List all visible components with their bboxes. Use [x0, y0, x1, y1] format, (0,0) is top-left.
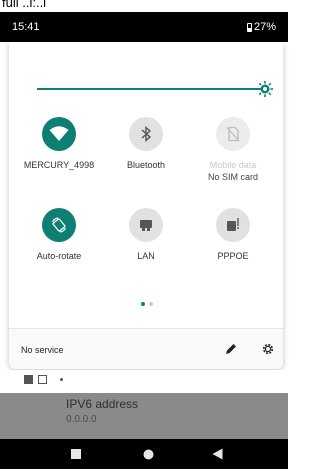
lan-icon — [140, 220, 152, 231]
image-notification-icon — [24, 375, 33, 384]
brightness-track[interactable] — [37, 88, 267, 90]
tile-lan[interactable]: LAN — [101, 208, 191, 262]
tile-lan-toggle[interactable] — [129, 208, 163, 242]
back-icon[interactable] — [212, 448, 223, 460]
tile-lan-label: LAN — [137, 251, 155, 261]
background-text-fragment: fuil ..i:..i — [0, 0, 290, 8]
ipv6-address-value: 0.0.0.0 — [66, 414, 97, 425]
activity-notification-icon — [38, 375, 47, 384]
battery-indicator: 27% — [246, 21, 276, 33]
tile-mobile-data[interactable]: Mobile data No SIM card — [188, 117, 278, 183]
home-icon[interactable] — [143, 449, 154, 460]
page-dot-active — [141, 302, 145, 306]
auto-rotate-icon — [51, 217, 67, 233]
tile-bluetooth-toggle[interactable] — [129, 117, 163, 151]
navigation-bar — [0, 439, 288, 469]
tile-pppoe[interactable]: PPPOE — [188, 208, 278, 262]
bluetooth-icon — [141, 126, 152, 142]
quick-settings-footer: No service — [9, 328, 283, 369]
notification-icons-row — [9, 370, 283, 390]
ipv6-address-title: IPV6 address — [66, 397, 139, 411]
brightness-icon[interactable] — [257, 81, 273, 97]
brightness-slider[interactable] — [37, 79, 273, 99]
battery-icon — [246, 22, 252, 32]
status-bar: 15:41 27% — [0, 12, 288, 42]
page-indicator — [141, 302, 153, 306]
clock: 15:41 — [12, 21, 40, 33]
quick-settings-panel: MERCURY_4998 Bluetooth Mobile data No SI… — [9, 42, 283, 369]
page-dot — [149, 302, 153, 306]
tile-mobile-data-status: No SIM card — [207, 172, 258, 182]
background-app-content: IPV6 address 0.0.0.0 — [0, 393, 288, 439]
tile-pppoe-toggle[interactable] — [216, 208, 250, 242]
no-sim-icon — [226, 126, 240, 142]
tile-bluetooth[interactable]: Bluetooth — [101, 117, 191, 171]
carrier-status: No service — [21, 345, 64, 355]
tile-auto-rotate-toggle[interactable] — [42, 208, 76, 242]
tile-mobile-data-toggle[interactable] — [216, 117, 250, 151]
tile-bluetooth-label: Bluetooth — [126, 160, 166, 170]
wifi-icon — [49, 126, 69, 141]
tile-pppoe-label: PPPOE — [217, 251, 249, 261]
pppoe-icon — [227, 218, 239, 231]
tile-wifi-toggle[interactable] — [42, 117, 76, 151]
tile-auto-rotate-label: Auto-rotate — [36, 251, 82, 261]
tile-auto-rotate[interactable]: Auto-rotate — [14, 208, 104, 262]
more-notifications-dot — [60, 378, 63, 381]
settings-gear-icon[interactable] — [261, 342, 275, 356]
tile-wifi[interactable]: MERCURY_4998 — [14, 117, 104, 171]
battery-percent: 27% — [253, 21, 276, 33]
tile-mobile-data-label: Mobile data — [209, 160, 257, 170]
recents-icon[interactable] — [71, 449, 81, 459]
tile-wifi-label: MERCURY_4998 — [23, 160, 95, 170]
edit-icon[interactable] — [224, 342, 238, 356]
